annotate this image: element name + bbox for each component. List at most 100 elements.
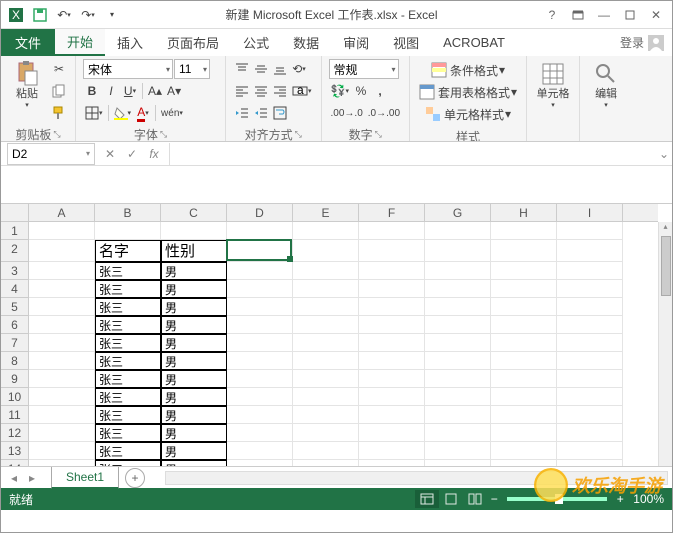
cell-B14[interactable]: 张三 bbox=[95, 460, 161, 466]
cell-F4[interactable] bbox=[359, 280, 425, 298]
cell-D10[interactable] bbox=[227, 388, 293, 406]
align-right-icon[interactable] bbox=[271, 81, 289, 101]
font-color-button[interactable]: A▾ bbox=[134, 103, 152, 123]
cell-D4[interactable] bbox=[227, 280, 293, 298]
conditional-format-button[interactable]: 条件格式▾ bbox=[417, 59, 519, 81]
cell-A4[interactable] bbox=[29, 280, 95, 298]
horizontal-scrollbar[interactable] bbox=[165, 471, 668, 485]
row-header-2[interactable]: 2 bbox=[1, 240, 28, 262]
cell-E11[interactable] bbox=[293, 406, 359, 424]
cell-I9[interactable] bbox=[557, 370, 623, 388]
orientation-icon[interactable]: ⟲▾ bbox=[290, 59, 308, 79]
excel-icon[interactable]: X bbox=[5, 4, 27, 26]
col-header-F[interactable]: F bbox=[359, 204, 425, 221]
cell-C11[interactable]: 男 bbox=[161, 406, 227, 424]
add-sheet-button[interactable]: + bbox=[125, 468, 145, 488]
cell-H10[interactable] bbox=[491, 388, 557, 406]
undo-icon[interactable]: ↶▾ bbox=[53, 4, 75, 26]
tab-review[interactable]: 审阅 bbox=[331, 29, 381, 56]
cell-G1[interactable] bbox=[425, 222, 491, 240]
cell-D3[interactable] bbox=[227, 262, 293, 280]
cell-G4[interactable] bbox=[425, 280, 491, 298]
cell-D14[interactable] bbox=[227, 460, 293, 466]
cell-H13[interactable] bbox=[491, 442, 557, 460]
cell-G9[interactable] bbox=[425, 370, 491, 388]
close-icon[interactable]: ✕ bbox=[644, 4, 668, 26]
zoom-out-icon[interactable]: − bbox=[487, 492, 501, 506]
format-painter-icon[interactable] bbox=[50, 103, 68, 123]
cell-G2[interactable] bbox=[425, 240, 491, 262]
cell-F3[interactable] bbox=[359, 262, 425, 280]
cell-E10[interactable] bbox=[293, 388, 359, 406]
cell-I14[interactable] bbox=[557, 460, 623, 466]
cell-F5[interactable] bbox=[359, 298, 425, 316]
cell-D13[interactable] bbox=[227, 442, 293, 460]
cell-C6[interactable]: 男 bbox=[161, 316, 227, 334]
cell-F10[interactable] bbox=[359, 388, 425, 406]
zoom-level[interactable]: 100% bbox=[633, 492, 664, 506]
tab-data[interactable]: 数据 bbox=[281, 29, 331, 56]
fx-icon[interactable]: fx bbox=[143, 143, 165, 165]
col-header-A[interactable]: A bbox=[29, 204, 95, 221]
col-header-C[interactable]: C bbox=[161, 204, 227, 221]
cell-H2[interactable] bbox=[491, 240, 557, 262]
cell-H12[interactable] bbox=[491, 424, 557, 442]
cell-G8[interactable] bbox=[425, 352, 491, 370]
cell-A8[interactable] bbox=[29, 352, 95, 370]
row-header-9[interactable]: 9 bbox=[1, 370, 28, 388]
tab-home[interactable]: 开始 bbox=[55, 29, 105, 56]
row-header-4[interactable]: 4 bbox=[1, 280, 28, 298]
cell-B11[interactable]: 张三 bbox=[95, 406, 161, 424]
formula-expand-area[interactable] bbox=[1, 166, 672, 204]
cell-C10[interactable]: 男 bbox=[161, 388, 227, 406]
cell-C12[interactable]: 男 bbox=[161, 424, 227, 442]
cell-A1[interactable] bbox=[29, 222, 95, 240]
tab-acrobat[interactable]: ACROBAT bbox=[431, 29, 517, 56]
cell-E6[interactable] bbox=[293, 316, 359, 334]
cell-D11[interactable] bbox=[227, 406, 293, 424]
wrap-text-icon[interactable] bbox=[271, 103, 289, 123]
cell-I5[interactable] bbox=[557, 298, 623, 316]
cell-I3[interactable] bbox=[557, 262, 623, 280]
launcher-icon[interactable]: ⤡ bbox=[160, 129, 167, 140]
launcher-icon[interactable]: ⤡ bbox=[375, 129, 382, 140]
cell-F1[interactable] bbox=[359, 222, 425, 240]
font-size-combo[interactable]: 11▾ bbox=[174, 59, 210, 79]
cell-I7[interactable] bbox=[557, 334, 623, 352]
cancel-formula-icon[interactable]: ✕ bbox=[99, 143, 121, 165]
cell-D12[interactable] bbox=[227, 424, 293, 442]
decrease-decimal-icon[interactable]: .0→.00 bbox=[366, 103, 402, 123]
cell-H6[interactable] bbox=[491, 316, 557, 334]
phonetic-button[interactable]: wén▾ bbox=[159, 103, 185, 123]
name-box[interactable]: D2▾ bbox=[7, 143, 95, 165]
cell-I11[interactable] bbox=[557, 406, 623, 424]
formula-input[interactable] bbox=[169, 143, 656, 165]
zoom-in-icon[interactable]: + bbox=[613, 492, 627, 506]
minimize-icon[interactable]: — bbox=[592, 4, 616, 26]
cell-F8[interactable] bbox=[359, 352, 425, 370]
percent-icon[interactable]: % bbox=[352, 81, 370, 101]
cell-A11[interactable] bbox=[29, 406, 95, 424]
font-name-combo[interactable]: 宋体▾ bbox=[83, 59, 173, 79]
cell-I6[interactable] bbox=[557, 316, 623, 334]
cell-C3[interactable]: 男 bbox=[161, 262, 227, 280]
cell-G7[interactable] bbox=[425, 334, 491, 352]
align-middle-icon[interactable] bbox=[252, 59, 270, 79]
number-format-combo[interactable]: 常规▾ bbox=[329, 59, 399, 79]
cell-D1[interactable] bbox=[227, 222, 293, 240]
cell-G6[interactable] bbox=[425, 316, 491, 334]
cell-C8[interactable]: 男 bbox=[161, 352, 227, 370]
cell-H7[interactable] bbox=[491, 334, 557, 352]
cell-D5[interactable] bbox=[227, 298, 293, 316]
cells-area[interactable]: 名字性别张三男张三男张三男张三男张三男张三男张三男张三男张三男张三男张三男张三男 bbox=[29, 222, 658, 466]
merge-button[interactable]: a▾ bbox=[290, 81, 314, 101]
cell-A13[interactable] bbox=[29, 442, 95, 460]
cell-B7[interactable]: 张三 bbox=[95, 334, 161, 352]
cell-E1[interactable] bbox=[293, 222, 359, 240]
maximize-icon[interactable] bbox=[618, 4, 642, 26]
cell-D9[interactable] bbox=[227, 370, 293, 388]
cell-C1[interactable] bbox=[161, 222, 227, 240]
col-header-B[interactable]: B bbox=[95, 204, 161, 221]
cell-A9[interactable] bbox=[29, 370, 95, 388]
cell-I1[interactable] bbox=[557, 222, 623, 240]
